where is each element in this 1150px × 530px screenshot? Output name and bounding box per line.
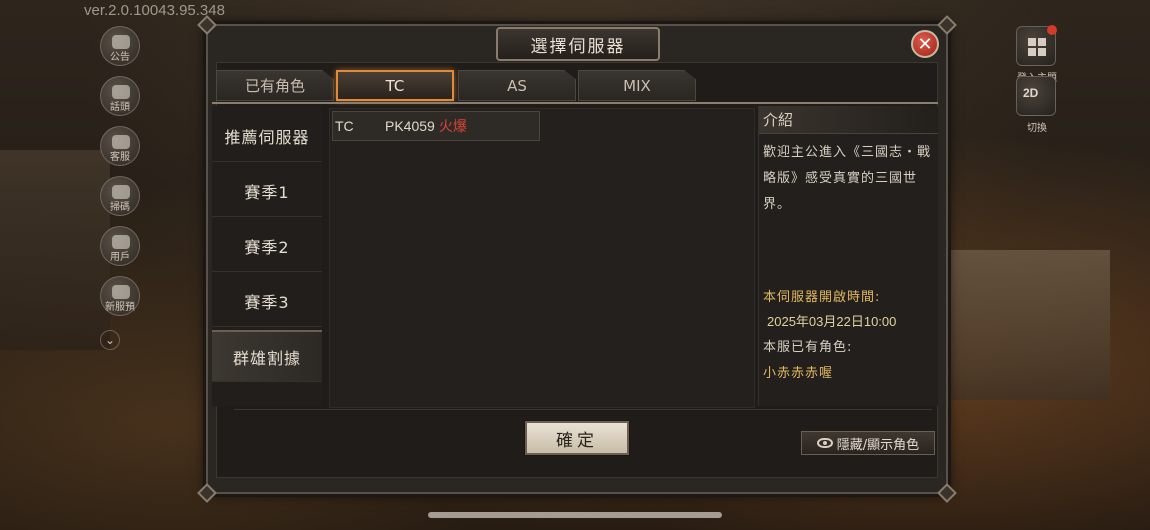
announcement-icon — [112, 35, 130, 49]
background-building-right — [940, 250, 1110, 400]
footer-divider — [234, 409, 932, 410]
tab-tc[interactable]: TC — [336, 70, 454, 101]
open-time-value: 2025年03月22日10:00 — [767, 314, 897, 329]
eye-icon — [816, 438, 833, 448]
server-status: 火爆 — [438, 119, 467, 135]
category-label: 群雄割據 — [232, 348, 301, 368]
topic-button[interactable]: 話頭 — [100, 76, 140, 116]
customer-service-button[interactable]: 客服 — [100, 126, 140, 166]
category-season-3[interactable]: 賽季3 — [212, 275, 322, 327]
customer-service-icon — [112, 135, 130, 149]
category-label: 賽季3 — [244, 292, 290, 312]
tab-existing-roles[interactable]: 已有角色 — [216, 70, 334, 101]
2d-3d-toggle-icon: 2D — [1023, 86, 1039, 100]
tab-label: MIX — [623, 76, 651, 95]
tab-as[interactable]: AS — [458, 70, 576, 101]
close-icon: ✕ — [917, 33, 933, 55]
tab-label: 已有角色 — [244, 77, 305, 95]
new-server-label: 新服預 — [105, 302, 135, 313]
background-building-left — [0, 150, 110, 350]
category-recommended[interactable]: 推薦伺服器 — [212, 110, 322, 162]
server-intro-panel: 介紹 歡迎主公進入《三國志・戰略版》感受真實的三國世界。 本伺服器開啟時間: 2… — [758, 106, 938, 406]
toggle-role-visibility-label: 隱藏/顯示角色 — [836, 437, 920, 453]
server-name: PK4059 — [385, 118, 435, 134]
category-warlords[interactable]: 群雄割據 — [212, 330, 322, 382]
server-select-dialog: 選擇伺服器 ✕ 已有角色 TC AS MIX 推薦伺服器 賽季1 賽季2 賽季3… — [197, 15, 957, 503]
scan-code-button[interactable]: 掃碼 — [100, 176, 140, 216]
intro-welcome-text: 歡迎主公進入《三國志・戰略版》感受真實的三國世界。 — [763, 145, 932, 212]
user-button[interactable]: 用戶 — [100, 226, 140, 266]
category-label: 推薦伺服器 — [224, 127, 310, 147]
confirm-button[interactable]: 確定 — [525, 421, 629, 455]
home-indicator — [428, 512, 722, 518]
topic-label: 話頭 — [110, 102, 130, 113]
confirm-label: 確定 — [556, 430, 598, 451]
new-server-button[interactable]: 新服預 — [100, 276, 140, 316]
announcement-label: 公告 — [110, 52, 130, 63]
server-region: TC — [335, 118, 354, 134]
notification-dot — [1047, 25, 1057, 35]
scan-code-label: 掃碼 — [110, 202, 130, 213]
intro-heading: 介紹 — [759, 106, 938, 134]
scan-code-icon — [112, 185, 130, 199]
tab-mix[interactable]: MIX — [578, 70, 696, 101]
login-theme-icon — [1028, 38, 1046, 56]
customer-service-label: 客服 — [110, 152, 130, 163]
category-season-2[interactable]: 賽季2 — [212, 220, 322, 272]
view-toggle-label: 切換 — [1027, 123, 1047, 134]
user-label: 用戶 — [110, 252, 130, 263]
announcement-button[interactable]: 公告 — [100, 26, 140, 66]
view-toggle-button[interactable]: 2D 切換 — [1016, 76, 1056, 134]
tab-label: AS — [507, 76, 527, 95]
category-label: 賽季1 — [244, 182, 290, 202]
category-season-1[interactable]: 賽季1 — [212, 165, 322, 217]
user-icon — [112, 235, 130, 249]
close-button[interactable]: ✕ — [911, 30, 939, 58]
category-label: 賽季2 — [244, 237, 290, 257]
toggle-role-visibility-button[interactable]: 隱藏/顯示角色 — [801, 431, 935, 455]
topic-icon — [112, 85, 130, 99]
role-label: 本服已有角色: — [763, 340, 853, 355]
new-server-icon — [112, 285, 130, 299]
tab-divider — [212, 102, 938, 104]
tab-label: TC — [385, 76, 405, 95]
chevron-down-icon[interactable]: ⌄ — [100, 330, 120, 350]
server-row[interactable]: TC PK4059 火爆 — [332, 111, 540, 141]
server-list: TC PK4059 火爆 — [329, 108, 755, 408]
role-name: 小赤赤赤喔 — [763, 366, 834, 381]
dialog-title: 選擇伺服器 — [496, 27, 660, 61]
open-time-label: 本伺服器開啟時間: — [763, 290, 881, 305]
login-theme-button[interactable]: 登入主題 — [1016, 25, 1057, 84]
